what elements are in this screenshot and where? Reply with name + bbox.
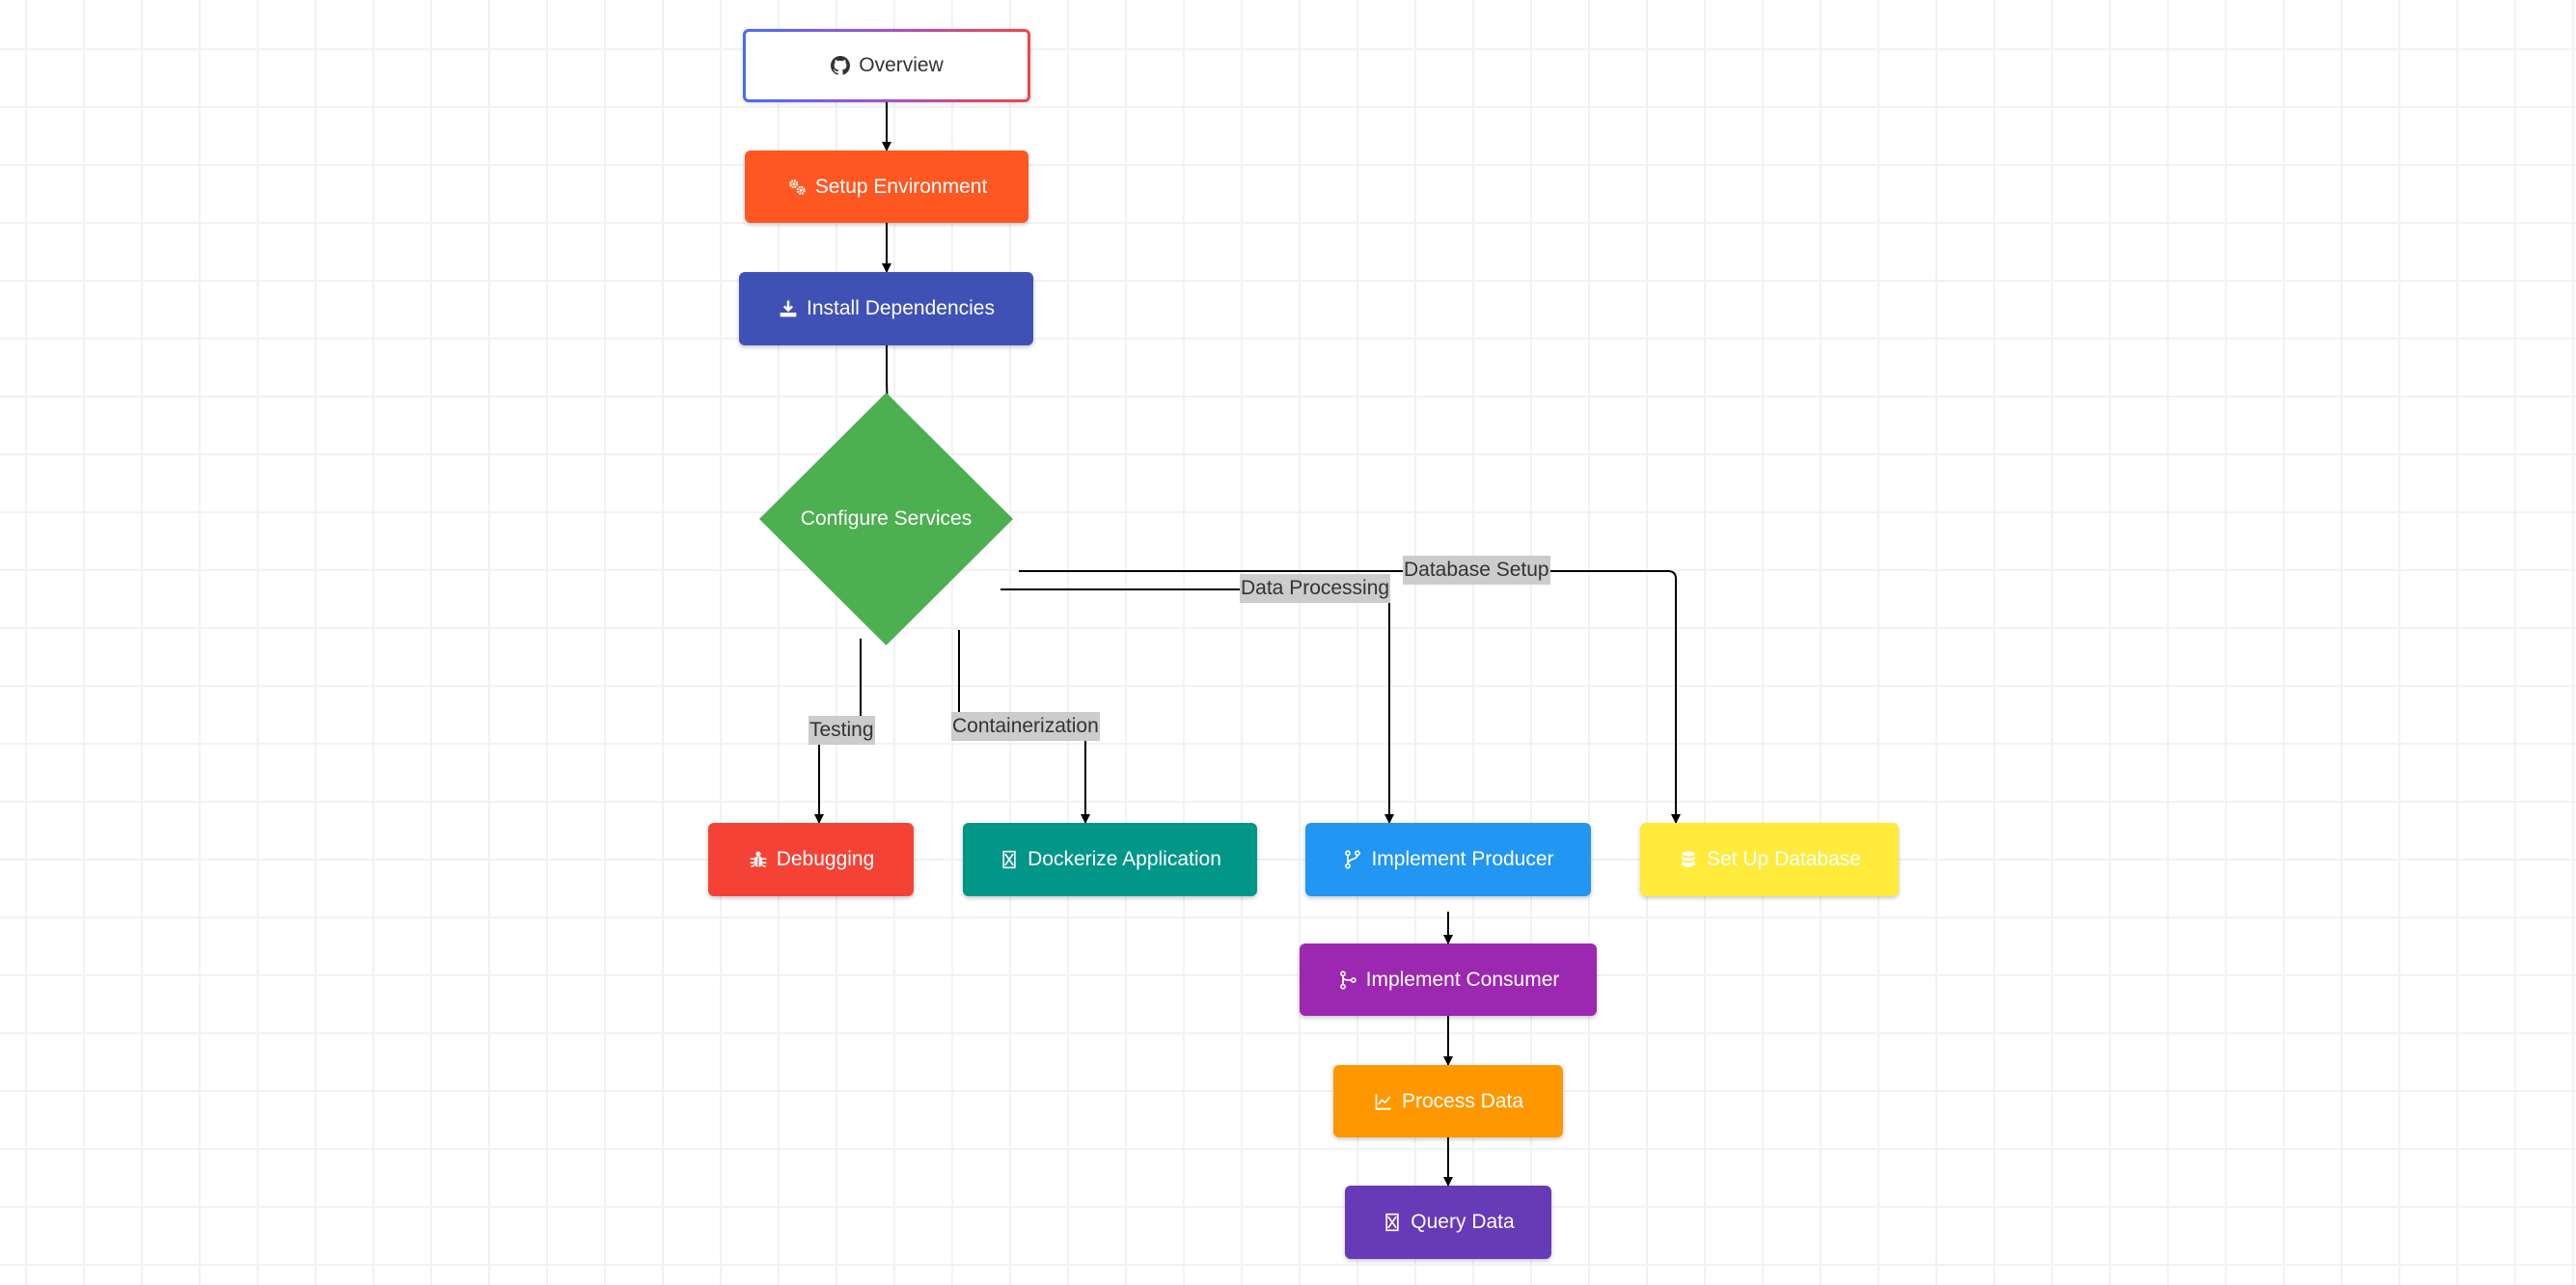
node-install-dependencies[interactable]: Install Dependencies	[739, 272, 1033, 345]
node-process-data-label: Process Data	[1401, 1089, 1524, 1112]
bug-icon	[748, 849, 769, 870]
node-overview[interactable]: Overview	[743, 29, 1030, 102]
node-implement-producer[interactable]: Implement Producer	[1305, 823, 1591, 896]
node-query-data[interactable]: Query Data	[1345, 1186, 1551, 1259]
node-set-up-database[interactable]: Set Up Database	[1640, 823, 1899, 896]
chart-line-icon	[1373, 1091, 1394, 1112]
code-branch-icon	[1342, 849, 1363, 870]
query-icon	[1382, 1212, 1403, 1233]
github-icon	[830, 55, 851, 76]
node-set-up-database-label: Set Up Database	[1707, 848, 1861, 870]
node-dockerize-application[interactable]: Dockerize Application	[963, 823, 1257, 896]
code-merge-icon	[1337, 970, 1358, 991]
database-icon	[1678, 849, 1699, 870]
node-debugging-label: Debugging	[776, 848, 875, 870]
edge-label-containerization: Containerization	[951, 712, 1100, 741]
edges-layer	[0, 102, 1681, 1187]
node-dockerize-application-label: Dockerize Application	[1028, 848, 1221, 870]
gears-icon	[786, 177, 808, 198]
node-implement-consumer-label: Implement Consumer	[1365, 968, 1560, 991]
node-setup-environment[interactable]: Setup Environment	[745, 150, 1028, 223]
edge-label-testing: Testing	[808, 716, 875, 745]
download-icon	[778, 298, 799, 319]
node-configure-services[interactable]: Configure Services	[759, 393, 1013, 645]
edge-label-data-processing: Data Processing	[1240, 574, 1391, 603]
node-debugging[interactable]: Debugging	[708, 823, 914, 896]
node-setup-environment-label: Setup Environment	[814, 175, 988, 198]
node-implement-consumer[interactable]: Implement Consumer	[1300, 943, 1597, 1016]
node-install-dependencies-label: Install Dependencies	[807, 297, 995, 319]
edge-configure-producer	[1000, 588, 1394, 824]
docker-icon	[999, 849, 1020, 870]
diagram-canvas: Overview Setup Environment Install Depen…	[0, 0, 2576, 1285]
node-query-data-label: Query Data	[1411, 1211, 1515, 1233]
node-configure-services-label: Configure Services	[800, 507, 973, 530]
node-overview-label: Overview	[859, 54, 944, 76]
edge-label-database-setup: Database Setup	[1403, 556, 1550, 585]
edge-configure-database	[1019, 570, 1681, 824]
node-implement-producer-label: Implement Producer	[1371, 848, 1554, 870]
node-process-data[interactable]: Process Data	[1333, 1065, 1563, 1137]
